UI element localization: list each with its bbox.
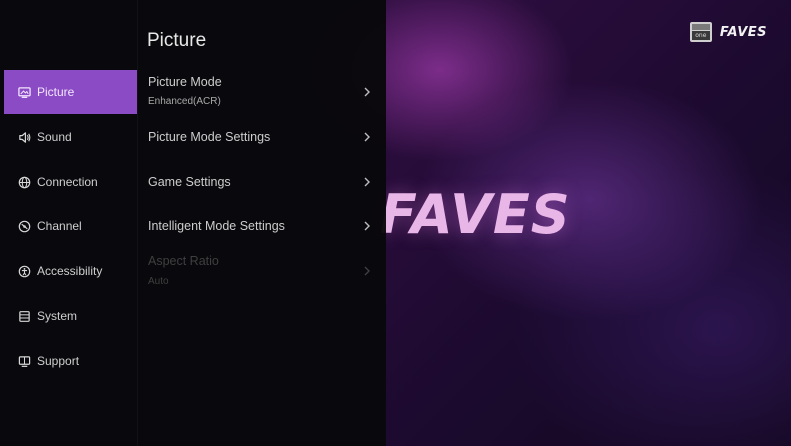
option-aspect-ratio: Aspect Ratio Auto: [138, 249, 386, 293]
settings-sidebar: Picture Sound Connection Channel Accessi…: [4, 0, 137, 446]
globe-icon: [18, 176, 31, 189]
tv-screen: FAVES one FAVES Picture Sound Connection…: [0, 0, 791, 446]
picture-settings-list: Picture Picture Mode Enhanced(ACR) Pictu…: [138, 0, 386, 446]
speaker-icon: [18, 131, 31, 144]
option-label: Intelligent Mode Settings: [148, 219, 285, 233]
option-game-settings[interactable]: Game Settings: [138, 160, 386, 204]
settings-menu: Picture Sound Connection Channel Accessi…: [0, 0, 386, 446]
brand-logo-icon: one: [689, 22, 712, 42]
sidebar-item-label: Sound: [37, 130, 72, 144]
option-label: Game Settings: [148, 175, 231, 189]
option-picture-mode[interactable]: Picture Mode Enhanced(ACR): [138, 70, 386, 114]
chevron-right-icon: [364, 87, 370, 97]
sidebar-item-label: Channel: [37, 219, 82, 233]
sidebar-item-label: Picture: [37, 85, 75, 99]
sidebar-item-label: Support: [37, 354, 80, 368]
sidebar-item-accessibility[interactable]: Accessibility: [4, 249, 137, 293]
chevron-right-icon: [364, 177, 370, 187]
support-icon: [18, 355, 31, 368]
option-label: Picture Mode Settings: [148, 130, 271, 144]
brand-logo-text: one: [691, 31, 710, 40]
chevron-right-icon: [364, 132, 370, 142]
option-intelligent-mode-settings[interactable]: Intelligent Mode Settings: [138, 204, 386, 248]
option-label: Aspect Ratio: [148, 254, 219, 268]
channel-icon: [18, 220, 31, 233]
picture-icon: [18, 86, 31, 99]
option-value: Auto: [148, 276, 169, 287]
option-label: Picture Mode: [148, 75, 222, 89]
option-value: Enhanced(ACR): [148, 96, 221, 107]
sidebar-item-connection[interactable]: Connection: [4, 160, 137, 204]
chevron-right-icon: [364, 266, 370, 276]
brand-badge: one FAVES: [689, 22, 767, 42]
option-picture-mode-settings[interactable]: Picture Mode Settings: [138, 115, 386, 159]
sidebar-item-label: Accessibility: [37, 264, 103, 278]
sidebar-item-support[interactable]: Support: [4, 339, 137, 383]
chevron-right-icon: [364, 221, 370, 231]
sidebar-item-channel[interactable]: Channel: [4, 204, 137, 248]
sidebar-item-sound[interactable]: Sound: [4, 115, 137, 159]
sidebar-item-system[interactable]: System: [4, 294, 137, 338]
hero-title: FAVES: [380, 183, 571, 246]
sidebar-item-label: Connection: [37, 175, 98, 189]
system-icon: [18, 310, 31, 323]
brand-name: FAVES: [719, 24, 767, 40]
sidebar-item-label: System: [37, 309, 78, 323]
sidebar-item-picture[interactable]: Picture: [4, 70, 137, 114]
page-title: Picture: [147, 30, 207, 51]
accessibility-icon: [18, 265, 31, 278]
